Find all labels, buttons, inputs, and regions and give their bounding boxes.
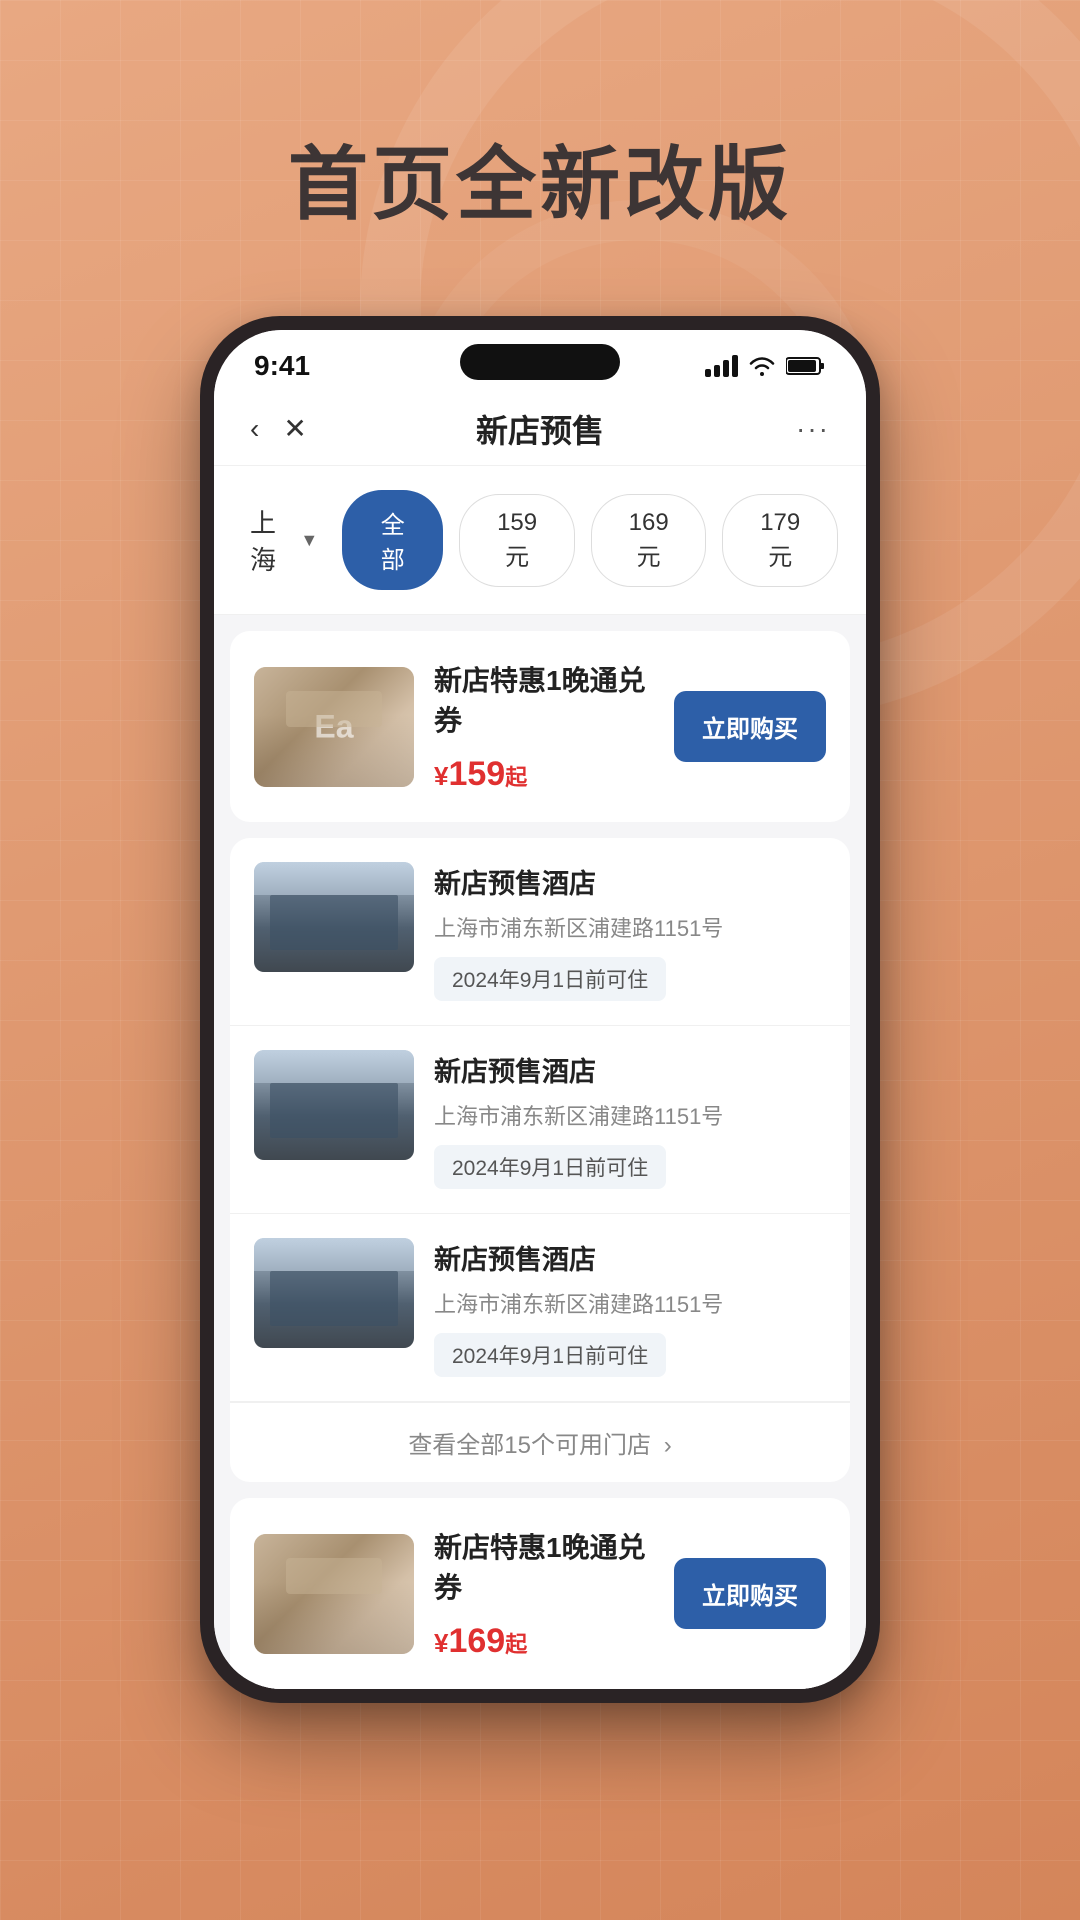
hotel-list-card: 新店预售酒店 上海市浦东新区浦建路1151号 2024年9月1日前可住 新店预售… [230,838,850,1482]
hotel-item-1: 新店预售酒店 上海市浦东新区浦建路1151号 2024年9月1日前可住 [230,838,850,1026]
page-title: 首页全新改版 [0,0,1080,236]
price-num-1: 159 [448,755,505,793]
city-dropdown-icon: ▼ [300,530,318,551]
hotel-image-1 [254,862,414,972]
hotel-name-3: 新店预售酒店 [434,1238,826,1277]
header-title: 新店预售 [476,406,604,452]
view-all-arrow: › [664,1432,672,1459]
signal-bars [705,355,738,377]
voucher-item-1: Ea 新店特惠1晚通兑券 ¥159起 立即购买 [230,631,850,822]
hotel-item-2: 新店预售酒店 上海市浦东新区浦建路1151号 2024年9月1日前可住 [230,1026,850,1214]
header-left: ‹ ✕ [250,412,307,445]
buy-button-1[interactable]: 立即购买 [674,691,826,762]
filter-179-button[interactable]: 179元 [722,494,838,587]
price-suffix-1: 起 [505,765,527,790]
hotel-address-1: 上海市浦东新区浦建路1151号 [434,911,826,943]
voucher-item-2: 新店特惠1晚通兑券 ¥169起 立即购买 [230,1498,850,1689]
view-all[interactable]: 查看全部15个可用门店 › [230,1402,850,1482]
hotel-tag-2: 2024年9月1日前可住 [434,1145,666,1189]
hotel-info-2: 新店预售酒店 上海市浦东新区浦建路1151号 2024年9月1日前可住 [434,1050,826,1189]
signal-icon [705,355,738,377]
voucher-card-2: 新店特惠1晚通兑券 ¥169起 立即购买 [230,1498,850,1689]
city-name: 上海 [250,503,294,577]
voucher-price-2: ¥169起 [434,1622,654,1661]
more-button[interactable]: ··· [796,413,830,445]
hotel-address-2: 上海市浦东新区浦建路1151号 [434,1099,826,1131]
phone-mockup: 9:41 [0,316,1080,1703]
voucher-image-1: Ea [254,667,414,787]
ea-label: Ea [314,708,353,745]
filter-159-button[interactable]: 159元 [459,494,575,587]
voucher-info-1: 新店特惠1晚通兑券 ¥159起 [434,659,654,794]
close-button[interactable]: ✕ [283,412,306,445]
hotel-exterior-3 [254,1238,414,1348]
status-time: 9:41 [254,350,310,382]
hotel-lobby-image: Ea [254,667,414,787]
buy-button-2[interactable]: 立即购买 [674,1558,826,1629]
status-icons [705,355,826,377]
hotel-item-3: 新店预售酒店 上海市浦东新区浦建路1151号 2024年9月1日前可住 [230,1214,850,1402]
filter-all-button[interactable]: 全部 [342,490,443,590]
hotel-lobby-image-2 [254,1534,414,1654]
phone-outer: 9:41 [200,316,880,1703]
price-num-2: 169 [448,1622,505,1660]
phone-inner: 9:41 [214,330,866,1689]
voucher-price-1: ¥159起 [434,755,654,794]
hotel-exterior-1 [254,862,414,972]
price-prefix-2: ¥ [434,1628,448,1658]
hotel-name-1: 新店预售酒店 [434,862,826,901]
hotel-info-3: 新店预售酒店 上海市浦东新区浦建路1151号 2024年9月1日前可住 [434,1238,826,1377]
main-content: Ea 新店特惠1晚通兑券 ¥159起 立即购买 [214,615,866,1689]
view-all-text: 查看全部15个可用门店 [408,1432,651,1459]
battery-icon [786,355,826,377]
filter-169-button[interactable]: 169元 [591,494,707,587]
hotel-image-2 [254,1050,414,1160]
city-selector[interactable]: 上海 ▼ [242,503,326,577]
hotel-name-2: 新店预售酒店 [434,1050,826,1089]
hotel-exterior-2 [254,1050,414,1160]
voucher-image-2 [254,1534,414,1654]
wifi-icon [748,355,776,377]
voucher-card-1: Ea 新店特惠1晚通兑券 ¥159起 立即购买 [230,631,850,822]
hotel-tag-3: 2024年9月1日前可住 [434,1333,666,1377]
back-button[interactable]: ‹ [250,413,259,445]
voucher-info-2: 新店特惠1晚通兑券 ¥169起 [434,1526,654,1661]
hotel-info-1: 新店预售酒店 上海市浦东新区浦建路1151号 2024年9月1日前可住 [434,862,826,1001]
app-header: ‹ ✕ 新店预售 ··· [214,392,866,466]
hotel-image-3 [254,1238,414,1348]
hotel-address-3: 上海市浦东新区浦建路1151号 [434,1287,826,1319]
hotel-tag-1: 2024年9月1日前可住 [434,957,666,1001]
voucher-title-2: 新店特惠1晚通兑券 [434,1526,654,1606]
voucher-title-1: 新店特惠1晚通兑券 [434,659,654,739]
price-prefix-1: ¥ [434,761,448,791]
price-suffix-2: 起 [505,1632,527,1657]
filter-bar: 上海 ▼ 全部 159元 169元 179元 [214,466,866,615]
dynamic-island [460,344,620,380]
